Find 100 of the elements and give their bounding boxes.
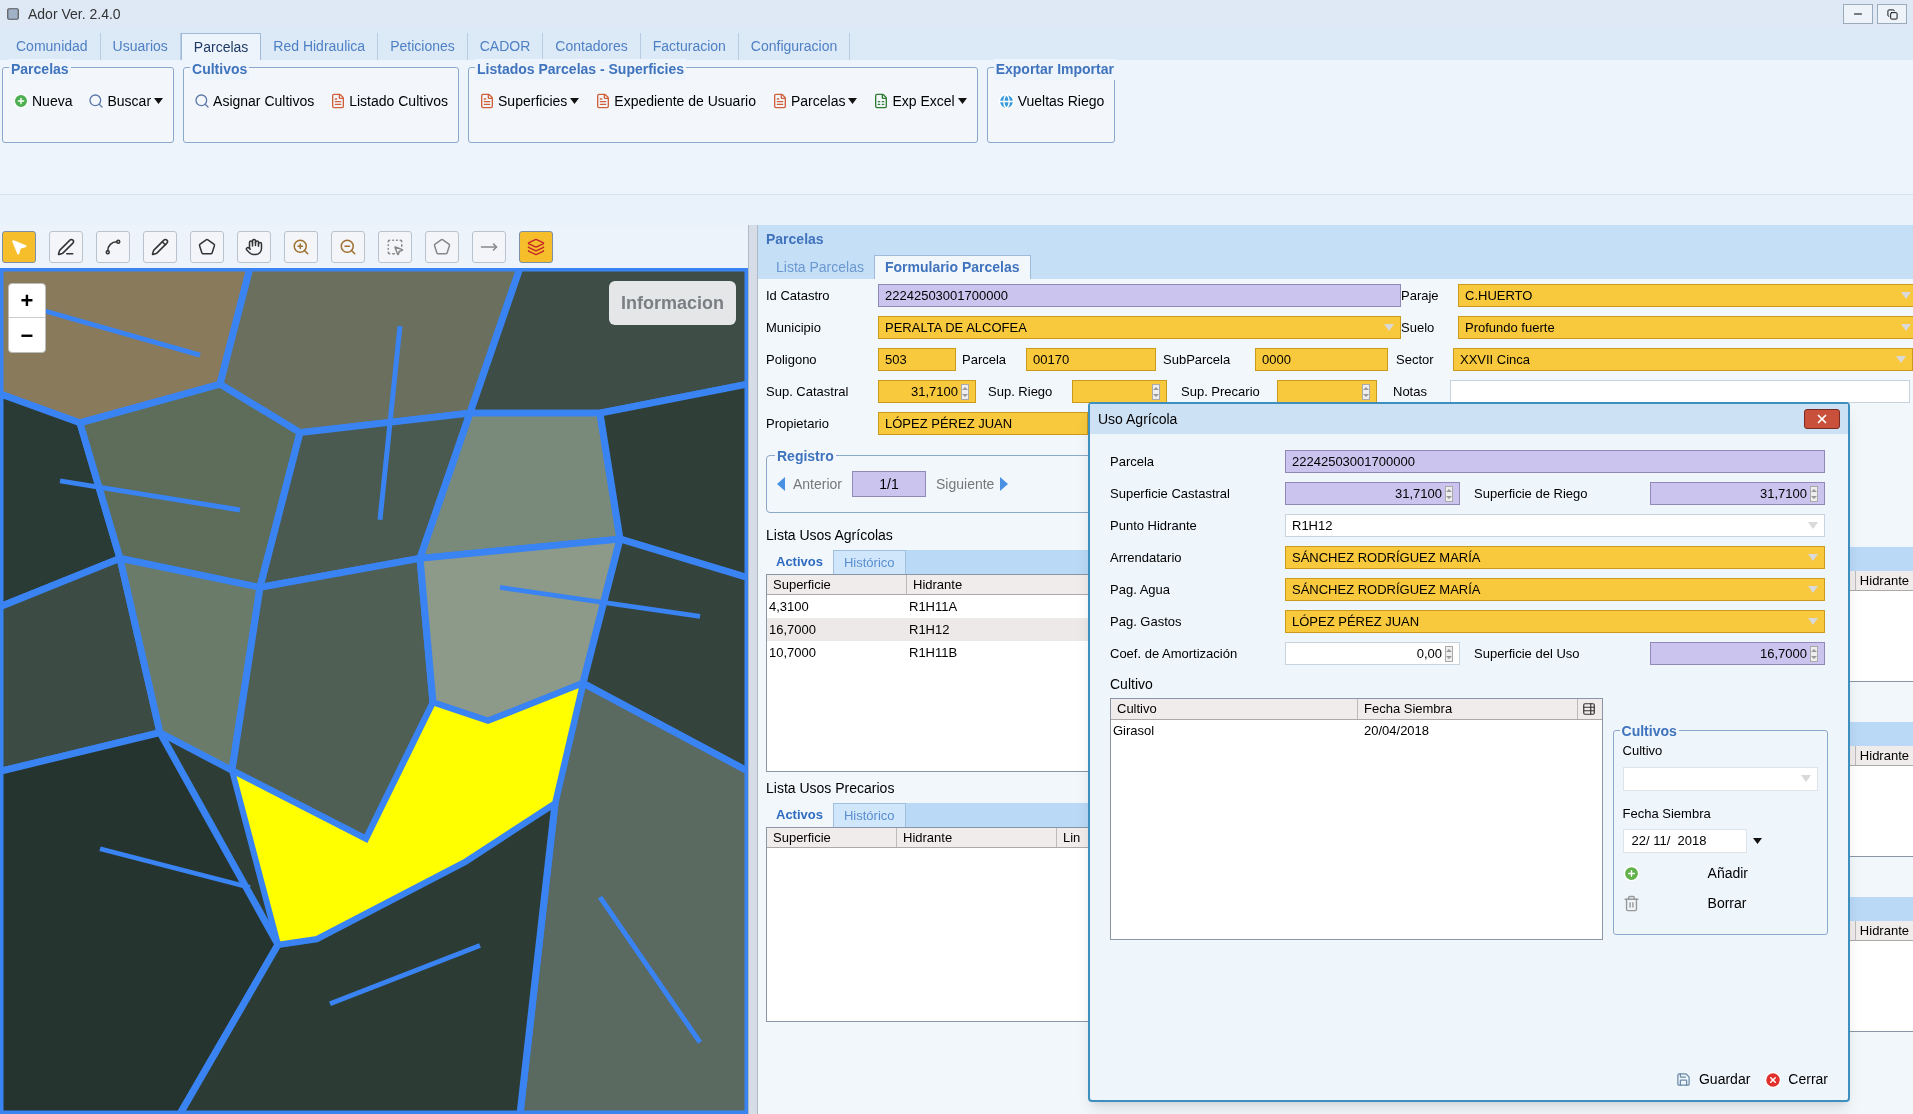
tab[interactable]: Activos xyxy=(766,803,833,827)
input-field[interactable]: SÁNCHEZ RODRÍGUEZ MARÍA xyxy=(1285,546,1825,569)
map-tool-button[interactable] xyxy=(49,230,83,263)
spinner-icon[interactable] xyxy=(1152,383,1160,400)
document-icon xyxy=(771,93,788,109)
ribbon-button[interactable]: Nueva xyxy=(13,90,73,112)
ribbon-button[interactable]: Asignar Cultivos xyxy=(194,90,315,112)
input-field[interactable]: Profundo fuerte xyxy=(1458,316,1913,339)
add-icon xyxy=(1622,865,1640,882)
tab[interactable]: Formulario Parcelas xyxy=(873,255,1031,279)
field-label: Superficie Castastral xyxy=(1110,484,1231,503)
dialog-title: Uso Agrícola xyxy=(1098,409,1178,429)
input-field[interactable]: XXVII Cinca xyxy=(1453,348,1913,371)
input-field[interactable] xyxy=(1450,380,1910,403)
input-field[interactable]: 0,00 xyxy=(1285,642,1460,665)
ribbon-button[interactable]: Exp Excel xyxy=(873,90,967,112)
next-button[interactable]: Siguiente xyxy=(936,473,1009,495)
spinner-icon[interactable] xyxy=(1445,485,1453,502)
input-field[interactable]: 22242503001700000 xyxy=(878,284,1401,307)
map-tool-button[interactable] xyxy=(96,230,130,263)
input-field[interactable]: 0000 xyxy=(1255,348,1388,371)
input-field[interactable]: 22242503001700000 xyxy=(1285,450,1825,473)
spinner-icon[interactable] xyxy=(1810,485,1818,502)
caret-icon xyxy=(1752,837,1762,844)
map-drawing[interactable] xyxy=(0,268,748,1114)
zoom-out-button[interactable]: − xyxy=(9,318,45,352)
input-field[interactable]: 503 xyxy=(878,348,956,371)
column-header[interactable]: Fecha Siembra xyxy=(1358,699,1578,719)
polygon-icon xyxy=(198,237,216,256)
ribbon-button[interactable]: Vueltas Riego xyxy=(997,90,1105,112)
column-header[interactable]: Hidrante xyxy=(1855,746,1913,765)
previous-button[interactable]: Anterior xyxy=(777,473,843,495)
map-tool-button[interactable] xyxy=(190,230,224,263)
field-label: Cultivo xyxy=(1622,742,1664,760)
field-label: Parcela xyxy=(1110,452,1156,471)
pencil-icon xyxy=(151,237,169,256)
input-field[interactable]: SÁNCHEZ RODRÍGUEZ MARÍA xyxy=(1285,578,1825,601)
ribbon-button[interactable]: Listado Cultivos xyxy=(330,90,449,112)
ribbon-button[interactable]: Parcelas xyxy=(771,90,858,112)
hand-icon xyxy=(245,237,263,256)
map-tool-button[interactable] xyxy=(519,230,553,263)
date-field[interactable]: 22/ 11/ 2018 xyxy=(1622,828,1747,853)
minimize-button[interactable] xyxy=(1843,4,1873,24)
delete-button[interactable]: Borrar xyxy=(1622,892,1818,915)
input-field[interactable] xyxy=(1072,380,1167,403)
input-field[interactable]: 31,7100 xyxy=(1650,482,1825,505)
field-label: Notas xyxy=(1393,382,1428,401)
pen-icon xyxy=(57,237,75,256)
column-header[interactable]: Cultivo xyxy=(1111,699,1358,719)
ribbon-button[interactable]: Superficies xyxy=(479,90,580,112)
spinner-icon[interactable] xyxy=(1810,645,1818,662)
map-tool-button[interactable] xyxy=(237,230,271,263)
input-field[interactable] xyxy=(1277,380,1377,403)
field-label: Sector xyxy=(1396,350,1435,369)
input-field[interactable]: 31,7100 xyxy=(1285,482,1460,505)
field-label: SubParcela xyxy=(1163,350,1232,369)
field-label: Coef. de Amortización xyxy=(1110,644,1239,663)
map-tool-button[interactable] xyxy=(143,230,177,263)
column-header[interactable]: Hidrante xyxy=(897,828,1057,847)
field-label: Sup. Riego xyxy=(988,382,1054,401)
input-field[interactable]: PERALTA DE ALCOFEA xyxy=(878,316,1401,339)
input-field[interactable]: R1H12 xyxy=(1285,514,1825,537)
caret-icon xyxy=(154,98,164,104)
table-cell-text: R1H12 xyxy=(908,620,951,639)
list-title: Lista Usos Agrícolas xyxy=(766,526,894,545)
field-label: Suelo xyxy=(1401,318,1436,337)
column-header[interactable]: Hidrante xyxy=(1855,921,1913,940)
save-button[interactable]: Guardar xyxy=(1675,1069,1751,1090)
add-button[interactable]: Añadir xyxy=(1622,862,1818,885)
input-field[interactable]: 16,7000 xyxy=(1650,642,1825,665)
search-icon xyxy=(88,93,105,109)
menu-tab[interactable]: Parcelas xyxy=(180,33,262,60)
column-header[interactable]: Lin xyxy=(1057,828,1087,847)
ribbon-button[interactable]: Buscar xyxy=(88,90,164,112)
field-label: Id Catastro xyxy=(766,286,831,305)
column-header[interactable]: Hidrante xyxy=(1855,571,1913,590)
close-button[interactable] xyxy=(1804,409,1840,429)
restore-button[interactable] xyxy=(1877,4,1907,24)
cancel-button[interactable]: Cerrar xyxy=(1764,1069,1828,1090)
zoom-in-button[interactable]: + xyxy=(9,284,45,318)
column-header[interactable]: Hidrante xyxy=(907,575,969,594)
group-title: Listados Parcelas - Superficies xyxy=(475,59,686,80)
table-cell-text: 20/04/2018 xyxy=(1363,722,1431,741)
field-label: Parcela xyxy=(962,350,1008,369)
document-icon xyxy=(479,93,496,109)
spinner-icon[interactable] xyxy=(1445,645,1453,662)
column-header[interactable]: Superficie xyxy=(767,828,897,847)
input-field[interactable]: C.HUERTO xyxy=(1458,284,1913,307)
table-cell-text: 10,7000 xyxy=(768,643,817,662)
input-field[interactable]: 00170 xyxy=(1026,348,1156,371)
table-cell-text: R1H11B xyxy=(908,643,959,662)
input-field[interactable]: 31,7100 xyxy=(878,380,976,403)
zoom-out-icon xyxy=(339,237,357,256)
input-field[interactable]: LÓPEZ PÉREZ JUAN xyxy=(1285,610,1825,633)
spinner-icon[interactable] xyxy=(961,383,969,400)
input-field[interactable]: LÓPEZ PÉREZ JUAN xyxy=(878,412,1088,435)
column-header[interactable]: Superficie xyxy=(767,575,907,594)
tab[interactable]: Activos xyxy=(766,550,833,574)
ribbon-button[interactable]: Expediente de Usuario xyxy=(595,90,756,112)
spinner-icon[interactable] xyxy=(1362,383,1370,400)
